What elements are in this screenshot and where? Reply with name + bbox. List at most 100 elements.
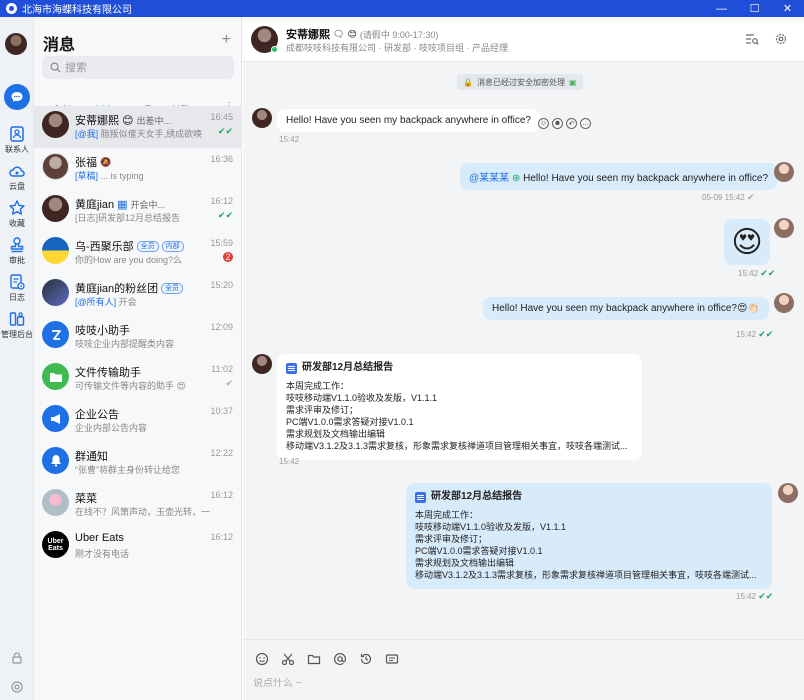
conversation-preview: 刚才没有电话 xyxy=(75,549,130,559)
mute-icon: 🔕 xyxy=(100,156,112,167)
conversation-time: 16:12 xyxy=(210,196,233,206)
conversation-time: 11:02 xyxy=(211,364,233,374)
sender-avatar[interactable] xyxy=(252,108,272,128)
search-icon xyxy=(50,62,61,73)
document-icon xyxy=(415,491,426,503)
report-line: 吱吱移动端V1.1.0验收及发版，V1.1.1 xyxy=(286,393,438,403)
maximize-button[interactable]: ☐ xyxy=(738,0,771,17)
megaphone-icon xyxy=(42,405,69,432)
my-avatar[interactable] xyxy=(5,33,27,55)
settings-icon[interactable] xyxy=(10,680,24,694)
folder-icon[interactable] xyxy=(307,652,321,666)
conversation-item[interactable]: 黄庭jian ▦ 开会中... [日志]研发部12月总结报告 16:12 ✔✔ xyxy=(34,190,242,232)
search-box[interactable] xyxy=(42,56,234,79)
report-line: 需求规划及文档输出编辑 xyxy=(286,429,386,439)
chat-search-icon[interactable] xyxy=(745,32,759,46)
card-icon[interactable] xyxy=(385,652,399,666)
avatar xyxy=(42,153,69,180)
online-indicator xyxy=(271,46,278,53)
my-avatar[interactable] xyxy=(774,162,794,182)
nav-cloud[interactable]: 云盘 xyxy=(0,162,34,192)
conversation-item[interactable]: 企业公告 企业内部公告内容 10:37 xyxy=(34,400,242,442)
unread-count: 2 xyxy=(223,252,233,262)
nav-contacts[interactable]: 联系人 xyxy=(0,125,34,155)
status-text: 开会中... xyxy=(130,199,166,210)
conversation-name: 吱吱小助手 xyxy=(75,325,130,337)
nav-favorites[interactable]: 收藏 xyxy=(0,199,34,229)
conversation-preview: 可传输文件等内容的助手 😍 xyxy=(75,381,186,391)
conversation-name: 企业公告 xyxy=(75,409,119,421)
report-line: 需求评审及修订； xyxy=(415,534,488,544)
conversation-preview: 你的How are you doing?么 xyxy=(75,255,183,265)
report-title: 研发部12月总结报告 xyxy=(286,362,633,374)
conversation-item[interactable]: 安蒂娜熙 😊 出差中... [@我] 脂叛似傕天女手,绣成欲唤 16:45 ✔✔ xyxy=(34,106,242,148)
nav-messages[interactable] xyxy=(0,84,34,110)
report-card[interactable]: 研发部12月总结报告 本周完成工作： 吱吱移动端V1.1.0验收及发版，V1.1… xyxy=(406,483,772,589)
conversation-item[interactable]: 乌-西聚乐部 全员 内部 你的How are you doing?么 15:59 2 xyxy=(34,232,242,274)
shield-icon: ▣ xyxy=(568,77,577,87)
read-check-icon: ✔✔ xyxy=(217,210,233,220)
message-bubble[interactable]: Hello! Have you seen my backpack anywher… xyxy=(277,109,540,132)
mention[interactable]: @某某某 xyxy=(469,173,509,184)
message-input[interactable] xyxy=(253,678,793,689)
emoji-message[interactable]: 😍 xyxy=(724,219,770,265)
avatar xyxy=(42,489,69,516)
reply-icon[interactable]: ↶ xyxy=(566,118,577,129)
nav-label: 联系人 xyxy=(5,145,29,154)
emoji-icon[interactable] xyxy=(255,652,269,666)
conversation-name: 安蒂娜熙 😊 出差中... xyxy=(75,114,171,128)
my-avatar[interactable] xyxy=(778,483,798,503)
report-card[interactable]: 研发部12月总结报告 本周完成工作： 吱吱移动端V1.1.0验收及发版，V1.1… xyxy=(277,354,642,460)
message-bubble[interactable]: Hello! Have you seen my backpack anywher… xyxy=(483,297,769,320)
conversation-item[interactable]: Uber Eats Uber Eats 刚才没有电话 16:12 xyxy=(34,526,242,568)
more-icon[interactable]: … xyxy=(580,118,591,129)
nav-log[interactable]: 日志 xyxy=(0,273,34,303)
new-chat-button[interactable]: + xyxy=(222,31,231,49)
scissors-icon[interactable] xyxy=(281,652,295,666)
report-title: 研发部12月总结报告 xyxy=(415,491,763,503)
conversation-item[interactable]: 文件传输助手 可传输文件等内容的助手 😍 11:02 ✔ xyxy=(34,358,242,400)
contact-name: 安蒂娜熙 🗨 😊 (请假中 9:00-17:30) xyxy=(286,28,439,42)
conversation-time: 10:37 xyxy=(210,406,233,416)
my-avatar[interactable] xyxy=(774,293,794,313)
search-input[interactable] xyxy=(65,61,225,74)
nav-admin[interactable]: 管理后台 xyxy=(0,310,34,340)
avatar xyxy=(42,279,69,306)
lock-icon[interactable] xyxy=(10,651,24,665)
message-bubble[interactable]: @某某某 ⊛ Hello! Have you seen my backpack … xyxy=(460,163,778,190)
nav-approval[interactable]: 审批 xyxy=(0,236,34,266)
nav-label: 管理后台 xyxy=(1,330,33,339)
sent-check-icon: ✔ xyxy=(225,378,233,388)
conversation-item[interactable]: 菜菜 在线不？风箫声动，玉壶光转，一夜... 16:12 xyxy=(34,484,242,526)
at-icon[interactable] xyxy=(333,652,347,666)
admin-icon xyxy=(9,312,25,326)
message-time: 05-09 15:42 ✔ xyxy=(702,192,755,202)
message-time: 15:42 ✔✔ xyxy=(736,591,774,601)
conversation-item[interactable]: 黄庭jian的粉丝团 全员 [@所有人] 开会 15:20 xyxy=(34,274,242,316)
conversation-time: 16:12 xyxy=(210,532,233,542)
close-button[interactable]: ✕ xyxy=(771,0,804,17)
encryption-notice: 🔒 消息已经过安全加密处理 ▣ xyxy=(457,74,583,90)
conversation-item[interactable]: 吱吱小助手 吱吱企业内部提醒类内容 12:09 xyxy=(34,316,242,358)
conversation-name: 张福 🔕 xyxy=(75,156,112,170)
conversation-item[interactable]: 张福 🔕 [草稿] ... is typing 16:36 xyxy=(34,148,242,190)
group-badge: 全员 xyxy=(136,240,159,252)
minimize-button[interactable]: — xyxy=(705,0,738,17)
conversation-item[interactable]: 群通知 “张曹”将群主身份转让给您 12:22 xyxy=(34,442,242,484)
smile-icon[interactable]: ☻ xyxy=(552,118,563,129)
report-line: 需求规划及文档输出编辑 xyxy=(415,558,515,568)
history-icon[interactable] xyxy=(359,652,373,666)
lock-icon: 🔒 xyxy=(463,77,473,87)
my-avatar[interactable] xyxy=(774,218,794,238)
chat-bubble-icon: 🗨 xyxy=(333,28,345,39)
gear-icon[interactable] xyxy=(774,32,788,46)
conversation-name: 文件传输助手 xyxy=(75,367,141,379)
composer xyxy=(243,639,804,700)
messages-icon xyxy=(4,84,30,110)
emoji-react-icon[interactable]: ☺ xyxy=(538,118,549,129)
uber-eats-logo: Uber Eats xyxy=(42,531,69,558)
folder-icon xyxy=(42,363,69,390)
composer-toolbar xyxy=(255,652,399,666)
report-line: 本周完成工作： xyxy=(286,381,350,391)
sender-avatar[interactable] xyxy=(252,354,272,374)
